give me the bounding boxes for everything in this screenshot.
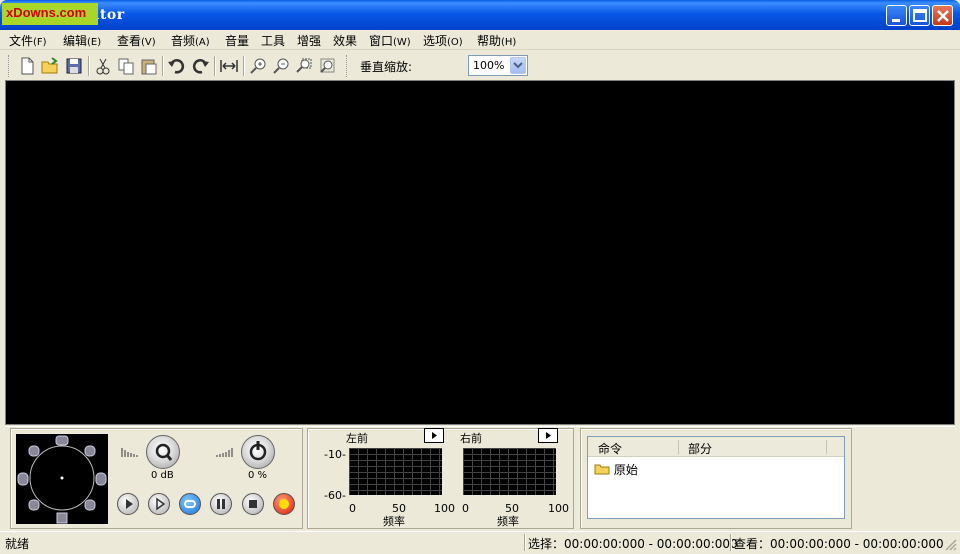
maximize-button[interactable]	[909, 5, 930, 26]
status-ready: 就绪	[5, 537, 30, 551]
menu-volume[interactable]: 音量	[225, 32, 249, 49]
toolbar-separator	[214, 56, 216, 76]
zoom-in-icon[interactable]	[248, 56, 268, 76]
vertical-zoom-value: 100%	[473, 59, 505, 72]
maximize-icon	[913, 9, 927, 22]
x-axis-label: 频率	[497, 515, 519, 528]
list-header: 命令 部分	[588, 437, 844, 457]
copy-icon[interactable]	[116, 56, 136, 76]
loop-button[interactable]	[179, 493, 201, 515]
y-tick-label: -10-	[324, 448, 346, 461]
y-tick-label: -60-	[324, 489, 346, 502]
watermark-badge: xDowns.com	[2, 3, 98, 25]
surround-pan-pad[interactable]	[16, 434, 108, 524]
play-icon	[126, 499, 133, 509]
list-item[interactable]: 原始	[594, 461, 638, 478]
left-spectrum-graph	[349, 448, 442, 495]
vertical-zoom-select[interactable]: 100%	[468, 55, 528, 76]
dropdown-arrow[interactable]	[510, 57, 526, 74]
command-history-list[interactable]: 命令 部分 原始	[587, 436, 845, 519]
toolbar-grip[interactable]	[8, 55, 11, 77]
minimize-button[interactable]	[886, 5, 907, 26]
open-folder-icon[interactable]	[40, 56, 60, 76]
folder-icon	[594, 464, 610, 475]
zoom-out-icon[interactable]	[271, 56, 291, 76]
redo-icon[interactable]	[190, 56, 210, 76]
toolbar-separator	[162, 56, 164, 76]
status-selection: 选择：00:00:00:000 - 00:00:00:000	[528, 537, 738, 551]
x-axis-label: 频率	[383, 515, 405, 528]
play-button[interactable]	[117, 493, 139, 515]
stop-button[interactable]	[242, 493, 264, 515]
zoom-full-icon[interactable]	[317, 56, 337, 76]
column-divider[interactable]	[826, 440, 827, 454]
menu-enhance[interactable]: 增强	[297, 32, 321, 49]
undo-icon[interactable]	[167, 56, 187, 76]
column-header-command[interactable]: 命令	[598, 440, 622, 457]
paste-icon[interactable]	[139, 56, 159, 76]
new-file-icon[interactable]	[17, 56, 37, 76]
volume-knob[interactable]	[146, 435, 180, 469]
menu-options[interactable]: 选项(O)	[423, 32, 463, 49]
toolbar-grip[interactable]	[346, 55, 349, 77]
list-item-label: 原始	[613, 463, 638, 477]
status-separator	[524, 534, 526, 551]
play-cursor-icon	[156, 497, 166, 511]
status-bar: 就绪 选择：00:00:00:000 - 00:00:00:000 查看：00:…	[0, 531, 960, 554]
status-separator	[730, 534, 732, 551]
record-icon	[279, 499, 289, 509]
menu-effects[interactable]: 效果	[333, 32, 357, 49]
right-spectrum-graph	[463, 448, 556, 495]
menu-audio[interactable]: 音频(A)	[171, 32, 210, 49]
menu-edit[interactable]: 编辑(E)	[63, 32, 101, 49]
menu-bar: 文件(F) 编辑(E) 查看(V) 音频(A) 音量 工具 增强 效果 窗口(W…	[0, 30, 960, 50]
pause-icon	[217, 499, 225, 509]
chevron-down-icon	[513, 62, 523, 69]
left-spectrum-play-button[interactable]	[424, 428, 444, 443]
x-tick-label: 0	[462, 502, 469, 515]
play-small-icon	[546, 432, 551, 439]
x-tick-label: 100	[548, 502, 569, 515]
knob-indicator-icon	[249, 441, 267, 461]
status-view: 查看：00:00:00:000 - 00:00:00:000	[734, 537, 944, 551]
column-divider[interactable]	[678, 440, 679, 454]
record-button[interactable]	[273, 493, 295, 515]
magnifier-icon	[155, 443, 173, 461]
menu-view[interactable]: 查看(V)	[117, 32, 156, 49]
volume-level-icon	[121, 448, 138, 457]
x-tick-label: 100	[434, 502, 455, 515]
surround-speakers-icon	[17, 435, 107, 524]
resize-grip-icon[interactable]	[944, 538, 958, 552]
play-small-icon	[432, 432, 437, 439]
stop-icon	[249, 500, 257, 508]
balance-value: 0 %	[248, 470, 268, 481]
right-spectrum-play-button[interactable]	[538, 428, 558, 443]
close-icon	[937, 10, 949, 22]
volume-value: 0 dB	[151, 470, 174, 481]
column-header-part[interactable]: 部分	[688, 440, 712, 457]
balance-knob[interactable]	[241, 435, 275, 469]
minimize-icon	[892, 19, 900, 22]
toolbar-separator	[243, 56, 245, 76]
title-bar: WaveEditor xDowns.com	[0, 0, 960, 30]
play-from-cursor-button[interactable]	[148, 493, 170, 515]
left-channel-label: 左前	[346, 432, 368, 445]
fit-width-icon[interactable]	[219, 56, 239, 76]
menu-tools[interactable]: 工具	[261, 32, 285, 49]
pause-button[interactable]	[210, 493, 232, 515]
x-tick-label: 0	[349, 502, 356, 515]
save-icon[interactable]	[64, 56, 84, 76]
loop-icon	[184, 500, 196, 508]
zoom-selection-icon[interactable]	[294, 56, 314, 76]
close-button[interactable]	[932, 5, 953, 26]
balance-level-icon	[216, 448, 233, 457]
menu-window[interactable]: 窗口(W)	[369, 32, 411, 49]
right-channel-label: 右前	[460, 432, 482, 445]
vertical-zoom-label: 垂直缩放:	[360, 60, 413, 74]
toolbar-separator	[88, 56, 90, 76]
menu-file[interactable]: 文件(F)	[9, 32, 47, 49]
menu-help[interactable]: 帮助(H)	[477, 32, 516, 49]
cut-icon[interactable]	[93, 56, 113, 76]
waveform-canvas[interactable]	[5, 80, 955, 425]
